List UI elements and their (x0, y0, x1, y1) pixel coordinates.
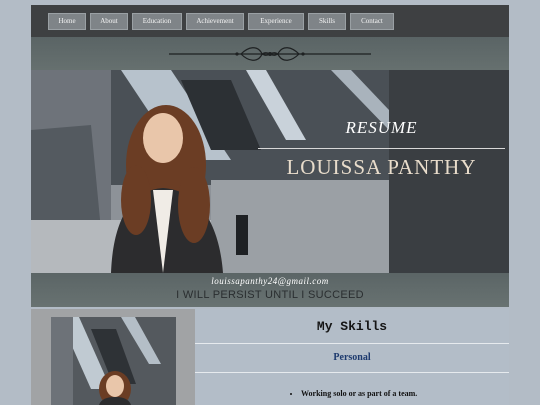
resume-title: RESUME (345, 118, 418, 137)
ornament-band (31, 37, 509, 70)
skills-divider-top (195, 343, 509, 344)
profile-photo-small (31, 309, 195, 405)
person-name: LOUISSA PANTHY (286, 155, 477, 179)
personal-subheading: Personal (333, 352, 371, 363)
top-navigation: Home About Education Achievement Experie… (31, 5, 509, 37)
skills-heading: My Skills (316, 319, 388, 334)
skills-section: My Skills Personal Working solo or as pa… (195, 309, 509, 405)
nav-about-button[interactable]: About (90, 12, 128, 30)
contact-band: louissapanthy24@gmail.com I WILL PERSIST… (31, 273, 509, 307)
list-item: Working solo or as part of a team. (301, 389, 417, 398)
nav-home-button[interactable]: Home (48, 12, 86, 30)
skill-list: Working solo or as part of a team. (287, 389, 417, 398)
nav-skills-button[interactable]: Skills (308, 12, 346, 30)
nav-achievement-button[interactable]: Achievement (186, 12, 244, 30)
skills-photo-panel (31, 309, 195, 405)
nav-contact-button[interactable]: Contact (350, 12, 394, 30)
hero-banner: RESUME LOUISSA PANTHY (31, 70, 509, 273)
title-divider (258, 148, 505, 149)
nav-education-button[interactable]: Education (132, 12, 182, 30)
skills-divider-bottom (195, 372, 509, 373)
email-address[interactable]: louissapanthy24@gmail.com (31, 276, 509, 286)
nav-experience-button[interactable]: Experience (248, 12, 304, 30)
ornament-divider-icon (169, 47, 371, 61)
motto-text: I WILL PERSIST UNTIL I SUCCEED (176, 289, 364, 301)
